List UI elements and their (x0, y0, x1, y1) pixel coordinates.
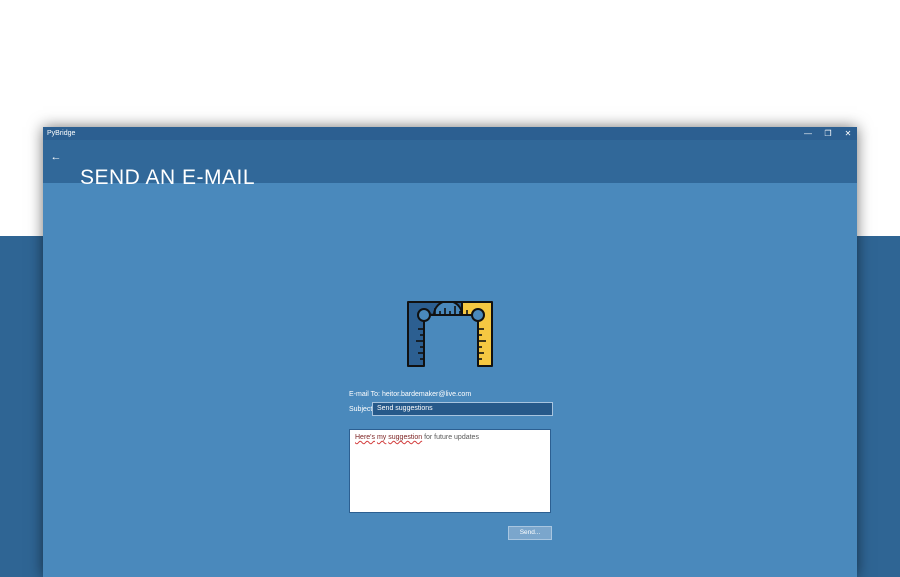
email-to-line: E-mail To: heitor.bardemaker@live.com (349, 390, 471, 399)
app-window: PyBridge — ❐ ✕ ← SEND AN E-MAIL E-mail T… (43, 127, 857, 577)
email-to-label: E-mail To: (349, 391, 380, 398)
maximize-button[interactable]: ❐ (818, 127, 838, 140)
misspelled-word: Here's (355, 434, 376, 441)
title-bar[interactable]: PyBridge — ❐ ✕ (43, 127, 857, 140)
message-rest: for future updates (422, 434, 479, 441)
minimize-button[interactable]: — (798, 127, 818, 140)
back-arrow-icon[interactable]: ← (47, 150, 65, 166)
email-to-address: heitor.bardemaker@live.com (381, 391, 472, 398)
app-name: PyBridge (47, 130, 76, 137)
subject-input[interactable] (372, 402, 553, 416)
send-button[interactable]: Send... (508, 526, 552, 540)
page-title: SEND AN E-MAIL (80, 166, 256, 190)
ruler-bridge-logo (407, 301, 493, 367)
misspelled-word: my (376, 434, 387, 441)
misspelled-word: suggestion (388, 434, 423, 441)
message-textarea[interactable]: Here's my suggestion for future updates (349, 429, 551, 513)
page-header: ← SEND AN E-MAIL (43, 140, 857, 189)
close-button[interactable]: ✕ (838, 127, 858, 140)
subject-label: Subject: (349, 406, 375, 413)
message-text: Here's my suggestion for future updates (355, 433, 479, 442)
